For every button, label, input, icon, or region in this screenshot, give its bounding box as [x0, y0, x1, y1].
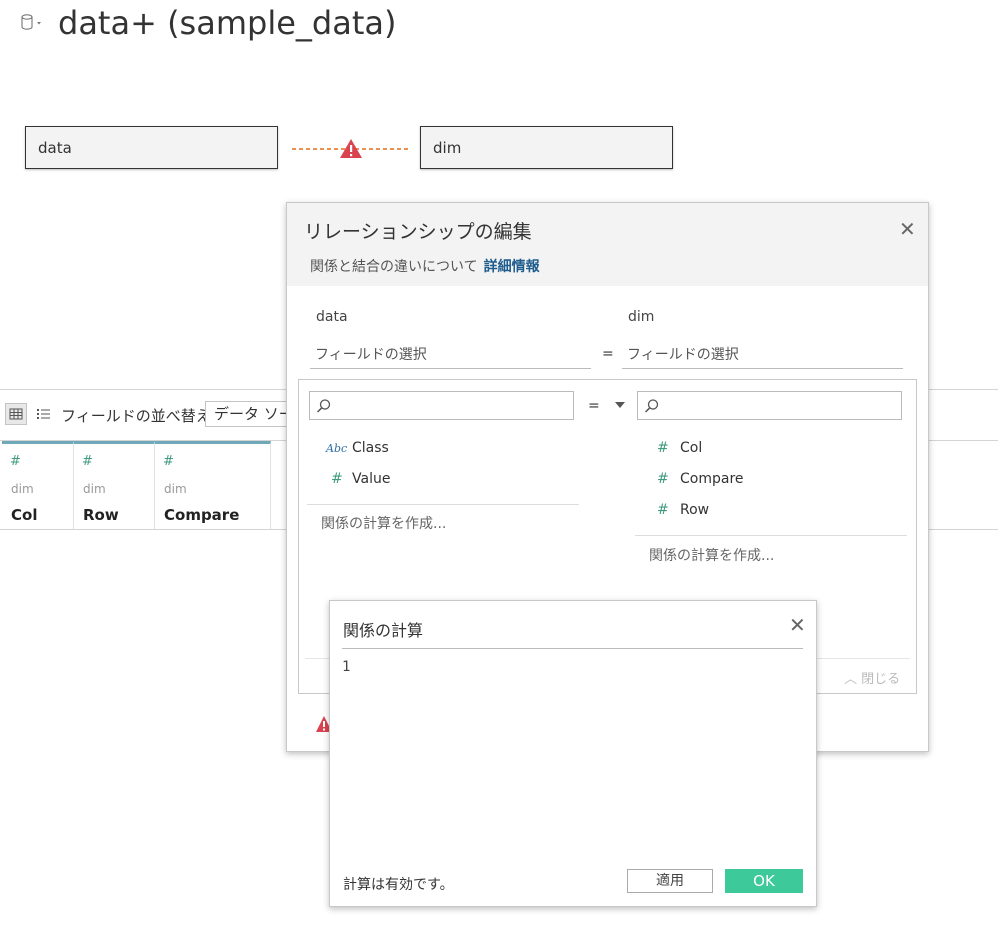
calc-status-text: 計算は有効です。 — [343, 877, 454, 893]
grid-view-button[interactable] — [5, 403, 27, 425]
database-icon[interactable] — [20, 12, 42, 34]
table-dim[interactable]: dim — [420, 126, 673, 169]
right-table-name: dim — [628, 309, 655, 325]
chevron-up-icon: ︿ — [844, 672, 858, 687]
sort-fields-label: フィールドの並べ替え — [61, 407, 211, 425]
search-icon — [644, 399, 659, 413]
operator-label: = — [602, 346, 614, 362]
close-icon[interactable]: ✕ — [789, 613, 806, 637]
ok-button[interactable]: OK — [725, 869, 803, 893]
column-name: Col — [11, 506, 38, 524]
field-item-col[interactable]: # Col — [657, 440, 702, 456]
dialog-subtitle: 関係と結合の違いについて 詳細情報 — [310, 256, 540, 276]
dialog-title: リレーションシップの編集 — [304, 221, 532, 243]
field-item-row[interactable]: # Row — [657, 502, 709, 518]
left-search-input[interactable] — [309, 391, 574, 420]
number-type-icon: # — [657, 471, 669, 487]
collapse-label: 閉じる — [861, 672, 901, 687]
page-title: data+ (sample_data) — [58, 4, 397, 42]
list-icon — [37, 409, 50, 419]
chevron-down-icon[interactable] — [615, 402, 625, 408]
create-relationship-calc-link[interactable]: 関係の計算を作成... — [321, 513, 446, 533]
column-source: dim — [83, 482, 106, 496]
relationship-calc-dialog: 関係の計算 ✕ 1 計算は有効です。 適用 OK — [329, 600, 817, 907]
number-type-icon: # — [10, 454, 21, 469]
divider — [342, 648, 803, 649]
column-source: dim — [164, 482, 187, 496]
divider — [635, 535, 907, 536]
relationship-connector[interactable] — [290, 139, 412, 159]
left-table-name: data — [316, 309, 348, 325]
column-header-col[interactable]: # dim Col — [2, 441, 74, 529]
number-type-icon: # — [331, 471, 343, 487]
column-name: Row — [83, 506, 119, 524]
learn-more-link[interactable]: 詳細情報 — [484, 259, 540, 275]
number-type-icon: # — [657, 440, 669, 456]
divider — [307, 504, 579, 505]
right-field-select[interactable]: フィールドの選択 — [622, 343, 903, 369]
right-search-input[interactable] — [637, 391, 902, 420]
left-field-select[interactable]: フィールドの選択 — [310, 343, 591, 369]
field-item-compare[interactable]: # Compare — [657, 471, 744, 487]
subtitle-text: 関係と結合の違いについて — [310, 259, 478, 275]
field-name: Row — [680, 502, 710, 518]
field-name: Class — [352, 440, 389, 456]
calc-expression-editor[interactable]: 1 — [342, 659, 803, 859]
apply-button[interactable]: 適用 — [627, 869, 713, 893]
close-icon[interactable]: ✕ — [899, 217, 916, 241]
field-name: Col — [680, 440, 703, 456]
collapse-link[interactable]: ︿ 閉じる — [844, 668, 900, 687]
dialog-title: 関係の計算 — [343, 621, 424, 640]
sort-fields-select[interactable]: データ ソース順 — [205, 401, 295, 427]
column-header-row[interactable]: # dim Row — [74, 441, 155, 529]
field-name: Compare — [680, 471, 744, 487]
field-item-value[interactable]: # Value — [331, 471, 390, 487]
field-item-class[interactable]: Abc Class — [326, 440, 389, 456]
list-view-button[interactable] — [35, 404, 53, 424]
field-name: Value — [352, 471, 391, 487]
column-header-compare[interactable]: # dim Compare — [155, 441, 271, 529]
column-name: Compare — [164, 506, 240, 524]
number-type-icon: # — [657, 502, 669, 518]
dialog-header: リレーションシップの編集 ✕ 関係と結合の違いについて 詳細情報 — [287, 203, 928, 286]
search-icon — [316, 399, 331, 413]
number-type-icon: # — [82, 454, 93, 469]
grid-icon — [9, 408, 23, 420]
number-type-icon: # — [163, 454, 174, 469]
create-relationship-calc-link[interactable]: 関係の計算を作成... — [649, 545, 774, 565]
column-source: dim — [11, 482, 34, 496]
operator-select[interactable]: = — [588, 398, 600, 414]
table-data[interactable]: data — [25, 126, 278, 169]
string-type-icon: Abc — [326, 442, 348, 455]
